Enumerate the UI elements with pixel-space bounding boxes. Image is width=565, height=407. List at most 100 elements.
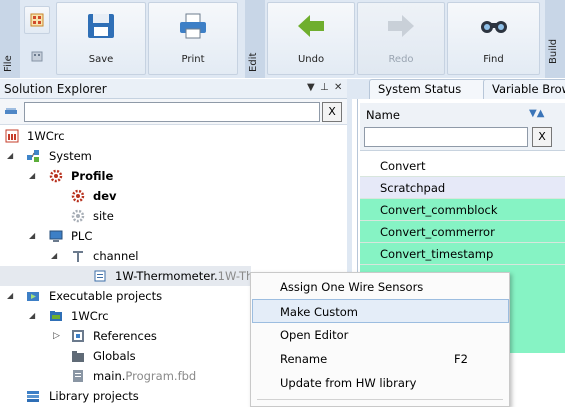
- grid-row-convert-commerror[interactable]: Convert_commerror: [360, 221, 565, 243]
- tree-item-dev[interactable]: dev: [0, 186, 347, 206]
- solution-explorer-header: Solution Explorer ▼ ⊥ ✕: [0, 79, 347, 99]
- filter-icon[interactable]: [3, 104, 19, 120]
- column-filter-clear-button[interactable]: X: [532, 127, 552, 147]
- dropdown-icon[interactable]: ▼: [307, 82, 315, 93]
- tree-label: Executable projects: [49, 289, 163, 303]
- find-button[interactable]: Find: [447, 2, 540, 75]
- main-name: main.: [93, 369, 126, 383]
- tree-item-site[interactable]: site: [0, 206, 347, 226]
- grid-row-convert-timestamp[interactable]: Convert_timestamp: [360, 243, 565, 265]
- gear-icon: [49, 169, 63, 183]
- pin-icon[interactable]: ⊥: [320, 82, 329, 93]
- solution-filter-clear-button[interactable]: X: [322, 102, 342, 122]
- tree-item-1w-thermometer[interactable]: 1W-Thermometer.1W-Th: [0, 266, 253, 286]
- tree-label: References: [93, 329, 157, 343]
- menu-item-assign-one-wire-sensors[interactable]: Assign One Wire Sensors: [252, 275, 509, 299]
- tree-item-main-program[interactable]: main.Program.fbd: [0, 366, 251, 386]
- sort-filter-icon[interactable]: ▼▲: [529, 108, 544, 119]
- tree-item-channel[interactable]: ◢ channel: [0, 246, 347, 266]
- menu-item-update-from-hw-library[interactable]: Update from HW library: [252, 371, 509, 395]
- solution-explorer-title: Solution Explorer: [4, 82, 107, 96]
- file-group-tab[interactable]: File: [0, 0, 20, 78]
- printer-icon: [180, 13, 206, 39]
- references-icon: [72, 330, 84, 342]
- tree-item-system[interactable]: ◢ System: [0, 146, 347, 166]
- grid-row-convert[interactable]: Convert: [360, 155, 565, 177]
- channel-icon: [73, 251, 83, 262]
- tree-label: dev: [93, 189, 117, 203]
- tree-label: site: [93, 209, 114, 223]
- menu-item-label: Assign One Wire Sensors: [280, 280, 424, 294]
- collapse-arrow-icon[interactable]: ◢: [7, 286, 13, 306]
- grid-icon: [30, 13, 44, 27]
- tree-label: 1WCrc: [27, 129, 65, 143]
- file-small-buttons: [22, 4, 52, 74]
- project-folder-icon: [50, 311, 62, 321]
- tree-label: 1WCrc: [71, 309, 109, 323]
- file-group-label: File: [3, 55, 14, 72]
- tree-label: main.Program.fbd: [93, 366, 196, 386]
- binoculars-icon: [480, 21, 507, 33]
- collapse-arrow-icon[interactable]: ◢: [7, 146, 13, 166]
- ribbon: File Save Print Edit Undo Redo Find Buil…: [0, 0, 565, 78]
- gear-icon: [71, 209, 85, 223]
- building-icon: [31, 51, 43, 62]
- menu-item-open-editor[interactable]: Open Editor: [252, 323, 509, 347]
- find-label: Find: [483, 54, 504, 65]
- close-icon[interactable]: ✕: [334, 82, 342, 93]
- undo-label: Undo: [297, 54, 325, 65]
- tab-system-status[interactable]: System Status: [369, 79, 493, 100]
- tree-item-references[interactable]: ▷ References: [0, 326, 251, 346]
- column-filter-input[interactable]: [364, 127, 528, 147]
- gear-icon: [71, 189, 85, 203]
- tree-item-1wcrc-root[interactable]: 1WCrc: [0, 126, 347, 146]
- save-button[interactable]: Save: [56, 2, 146, 75]
- menu-separator: [257, 399, 503, 400]
- expand-arrow-icon[interactable]: ▷: [53, 326, 60, 346]
- print-button[interactable]: Print: [148, 2, 238, 75]
- collapse-arrow-icon[interactable]: ◢: [29, 306, 35, 326]
- tree-label: System: [49, 149, 92, 163]
- menu-item-label: Make Custom: [280, 305, 359, 319]
- collapse-arrow-icon[interactable]: ◢: [51, 246, 57, 266]
- menu-item-shortcut: F2: [454, 352, 468, 366]
- menu-item-make-custom[interactable]: Make Custom: [252, 299, 509, 323]
- folder-icon: [72, 351, 84, 362]
- menu-item-label: Update from HW library: [280, 376, 417, 390]
- main-type: Program.fbd: [125, 369, 197, 383]
- context-menu: Assign One Wire Sensors Make Custom Open…: [250, 272, 510, 407]
- save-label: Save: [88, 54, 114, 65]
- open-project-button[interactable]: [24, 42, 50, 70]
- tree-label: channel: [93, 249, 139, 263]
- collapse-arrow-icon[interactable]: ◢: [29, 166, 35, 186]
- menu-item-label: Open Editor: [280, 328, 349, 342]
- tree-item-globals[interactable]: Globals: [0, 346, 251, 366]
- undo-button[interactable]: Undo: [267, 2, 355, 75]
- executable-projects-icon: [27, 292, 39, 301]
- grid-row-convert-commblock[interactable]: Convert_commblock: [360, 199, 565, 221]
- monitor-icon: [49, 230, 63, 242]
- redo-button[interactable]: Redo: [357, 2, 445, 75]
- thermo-type: 1W-Th: [217, 269, 254, 283]
- print-label: Print: [181, 54, 205, 65]
- collapse-arrow-icon[interactable]: ◢: [29, 226, 35, 246]
- new-project-button[interactable]: [24, 6, 50, 34]
- tree-label: Profile: [71, 169, 114, 183]
- menu-item-rename[interactable]: Rename F2: [252, 347, 509, 371]
- edit-group-tab[interactable]: Edit: [245, 0, 265, 78]
- program-file-icon: [73, 370, 83, 382]
- solution-filter-input[interactable]: [24, 102, 320, 122]
- build-group-tab[interactable]: Build: [545, 0, 565, 78]
- tab-variable-browser[interactable]: Variable Brows: [483, 79, 565, 100]
- tree-item-executable-projects[interactable]: ◢ Executable projects: [0, 286, 251, 306]
- tree-label: 1W-Thermometer.1W-Th: [115, 266, 253, 286]
- tree-item-1wcrc-project[interactable]: ◢ 1WCrc: [0, 306, 251, 326]
- tree-item-library-projects[interactable]: Library projects: [0, 386, 251, 406]
- grid-row-scratchpad[interactable]: Scratchpad: [360, 177, 565, 199]
- tree-item-profile[interactable]: ◢ Profile: [0, 166, 347, 186]
- tree-label: Globals: [93, 349, 136, 363]
- menu-item-label: Rename: [280, 352, 328, 366]
- undo-arrow-icon: [298, 15, 324, 37]
- tree-item-plc[interactable]: ◢ PLC: [0, 226, 347, 246]
- column-name-header[interactable]: Name: [366, 108, 400, 122]
